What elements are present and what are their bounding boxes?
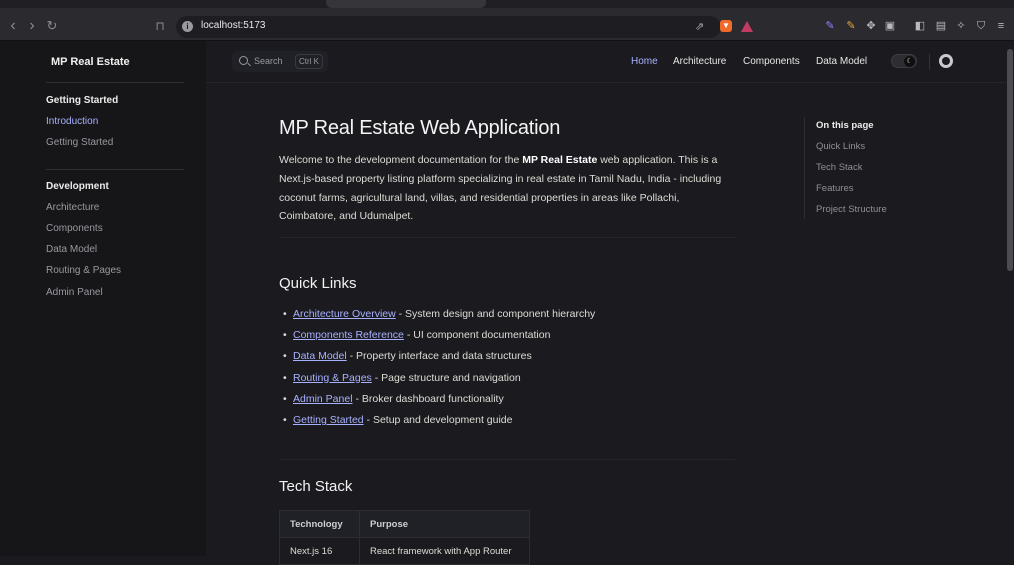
table-header-row: Technology Purpose: [279, 510, 530, 538]
on-this-page-heading: On this page: [816, 120, 874, 131]
list-item: Getting Started - Setup and development …: [283, 410, 595, 431]
sidebar-item-introduction[interactable]: Introduction: [46, 116, 98, 127]
link-description: - Setup and development guide: [363, 414, 513, 427]
share-icon[interactable]: ⇗: [695, 20, 704, 33]
reload-icon[interactable]: ↻: [43, 17, 61, 35]
quick-links-list: Architecture Overview - System design an…: [283, 304, 595, 431]
list-item: Components Reference - UI component docu…: [283, 325, 595, 346]
site-info-icon[interactable]: i: [182, 21, 193, 32]
leo-icon[interactable]: ✧: [955, 20, 967, 32]
intro-paragraph: Welcome to the development documentation…: [279, 151, 739, 226]
search-button[interactable]: Search Ctrl K: [232, 51, 328, 72]
github-icon[interactable]: [939, 54, 953, 68]
table-cell: React framework with App Router: [359, 537, 530, 565]
bookmark-icon[interactable]: ⊓: [151, 17, 169, 35]
extension-pen-icon[interactable]: ✎: [824, 20, 836, 32]
extension-brush-icon[interactable]: ✎: [845, 20, 857, 32]
vpn-icon[interactable]: ⛉: [975, 20, 987, 32]
section-divider: [279, 237, 735, 238]
link-routing-pages[interactable]: Routing & Pages: [293, 372, 372, 384]
browser-tab[interactable]: [326, 0, 486, 8]
link-admin-panel[interactable]: Admin Panel: [293, 393, 353, 405]
link-description: - UI component documentation: [403, 329, 551, 342]
list-item: Routing & Pages - Page structure and nav…: [283, 368, 595, 389]
intro-text: Welcome to the development documentation…: [279, 154, 523, 166]
sidebar-item-routing-pages[interactable]: Routing & Pages: [46, 265, 121, 276]
outline-item-project-structure[interactable]: Project Structure: [816, 204, 887, 215]
tech-stack-heading: Tech Stack: [279, 478, 353, 495]
intro-bold: MP Real Estate: [522, 154, 598, 166]
forward-icon[interactable]: ›: [23, 17, 41, 35]
sidebar-item-components[interactable]: Components: [46, 223, 103, 234]
scrollbar-thumb[interactable]: [1007, 49, 1013, 271]
section-divider: [279, 459, 735, 460]
sidebar-item-admin-panel[interactable]: Admin Panel: [46, 287, 103, 298]
address-bar[interactable]: i localhost:5173 ⇗: [176, 16, 721, 38]
outline-item-tech-stack[interactable]: Tech Stack: [816, 162, 862, 173]
moon-icon: ☾: [904, 56, 915, 67]
on-this-page: On this page Quick Links Tech Stack Feat…: [804, 117, 887, 219]
theme-toggle[interactable]: ☾: [891, 54, 917, 68]
brave-rewards-icon[interactable]: [741, 21, 753, 32]
link-description: - System design and component hierarchy: [395, 308, 596, 320]
table-header: Technology: [279, 510, 360, 538]
wallet-icon[interactable]: ▤: [935, 20, 947, 32]
nav-link-data-model[interactable]: Data Model: [816, 56, 867, 67]
nav-link-home[interactable]: Home: [631, 56, 658, 67]
search-shortcut: Ctrl K: [295, 54, 323, 69]
extensions-puzzle-icon[interactable]: ✥: [865, 20, 877, 32]
media-icon[interactable]: ▣: [884, 20, 896, 32]
tab-strip: [0, 0, 1014, 8]
link-description: - Broker dashboard functionality: [352, 392, 504, 405]
sidebar-item-getting-started[interactable]: Getting Started: [46, 137, 113, 148]
tech-stack-table: Technology Purpose Next.js 16 React fram…: [279, 510, 530, 565]
back-icon[interactable]: ‹: [4, 17, 22, 35]
menu-icon[interactable]: ≡: [995, 20, 1007, 32]
sidebar-divider: [46, 169, 184, 170]
table-cell: Next.js 16: [279, 537, 360, 565]
link-architecture-overview[interactable]: Architecture Overview: [293, 308, 396, 320]
sidebar-item-architecture[interactable]: Architecture: [46, 202, 99, 213]
list-item: Data Model - Property interface and data…: [283, 346, 595, 367]
link-description: - Property interface and data structures: [346, 350, 532, 363]
url-text[interactable]: localhost:5173: [201, 20, 266, 31]
sidebar-icon[interactable]: ◧: [914, 20, 926, 32]
sidebar-item-data-model[interactable]: Data Model: [46, 244, 97, 255]
nav-link-architecture[interactable]: Architecture: [673, 56, 726, 67]
sidebar-group-getting-started: Getting Started: [46, 95, 119, 106]
search-icon: [239, 56, 248, 65]
list-item: Architecture Overview - System design an…: [283, 304, 595, 325]
outline-item-quick-links[interactable]: Quick Links: [816, 141, 865, 152]
table-header: Purpose: [359, 510, 530, 538]
docs-page: MP Real Estate Getting Started Introduct…: [0, 41, 1014, 565]
quick-links-heading: Quick Links: [279, 275, 357, 292]
browser-toolbar: ‹ › ↻ ⊓ i localhost:5173 ⇗ ▼ ✎ ✎ ✥ ▣ ◧ ▤…: [0, 0, 1014, 41]
nav-divider: [929, 54, 930, 70]
brave-shield-icon[interactable]: ▼: [720, 20, 732, 32]
outline-item-features[interactable]: Features: [816, 183, 854, 194]
top-nav: Search Ctrl K Home Architecture Componen…: [206, 41, 1014, 83]
link-components-reference[interactable]: Components Reference: [293, 329, 404, 341]
site-brand[interactable]: MP Real Estate: [51, 56, 130, 68]
link-description: - Page structure and navigation: [371, 371, 521, 384]
list-item: Admin Panel - Broker dashboard functiona…: [283, 389, 595, 410]
sidebar-group-development: Development: [46, 181, 109, 192]
search-label: Search: [254, 56, 283, 66]
table-row: Next.js 16 React framework with App Rout…: [279, 537, 530, 565]
sidebar-divider: [46, 82, 184, 83]
page-title: MP Real Estate Web Application: [279, 117, 561, 139]
sidebar: MP Real Estate Getting Started Introduct…: [0, 41, 206, 556]
scrollbar[interactable]: [1006, 41, 1014, 556]
link-data-model[interactable]: Data Model: [293, 350, 347, 362]
link-getting-started[interactable]: Getting Started: [293, 414, 364, 426]
nav-link-components[interactable]: Components: [743, 56, 800, 67]
